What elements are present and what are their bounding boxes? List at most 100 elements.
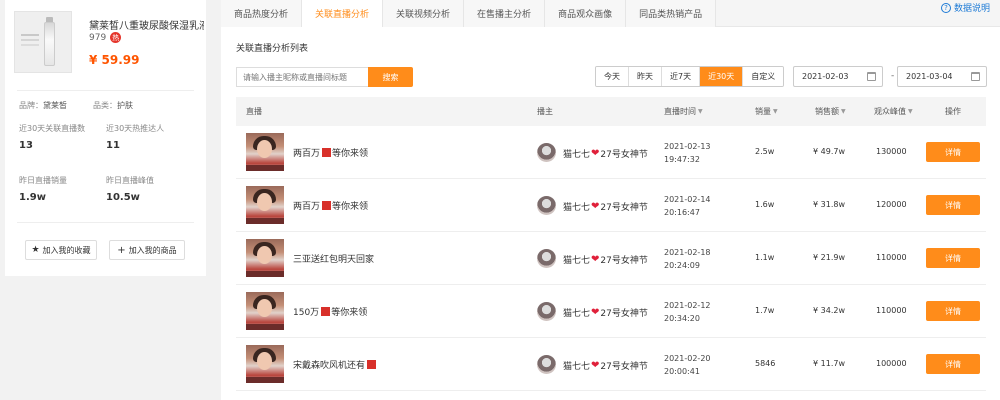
range-yesterday[interactable]: 昨天 bbox=[629, 67, 662, 86]
header-sales-label: 销量 bbox=[755, 107, 771, 116]
help-label: 数据说明 bbox=[953, 4, 990, 14]
category-label: 品类： bbox=[93, 101, 117, 110]
avatar[interactable] bbox=[537, 143, 556, 162]
live-thumbnail[interactable] bbox=[246, 239, 284, 277]
range-custom[interactable]: 自定义 bbox=[743, 67, 784, 86]
add-product-button[interactable]: + 加入我的商品 bbox=[109, 240, 185, 260]
anchor-name-text: 猫七七 bbox=[563, 309, 591, 319]
header-time[interactable]: 直播时间 ▼ bbox=[664, 106, 703, 117]
tab-video[interactable]: 关联视频分析 bbox=[383, 0, 465, 27]
table-row: 两百万 等你来领 猫七七 ❤ 27号女神节 2021-02-13 19:47:32 2.… bbox=[236, 126, 986, 179]
anchor-name[interactable]: 猫七七 ❤ 27号女神节 bbox=[563, 200, 648, 213]
table-header: 直播 播主 直播时间 ▼ 销量 ▼ 销售额 ▼ 观众峰值 ▼ 操作 bbox=[236, 97, 986, 126]
live-thumbnail[interactable] bbox=[246, 133, 284, 171]
product-panel: 黛莱皙八重玻尿酸保湿乳液A 979 热 ¥ 59.99 品牌：黛莱皙 品类：护肤… bbox=[5, 0, 206, 276]
anchor-name-text: 猫七七 bbox=[563, 362, 591, 372]
live-title[interactable]: 宋戴森吹风机还有 bbox=[293, 358, 377, 371]
live-clock: 20:16:47 bbox=[664, 208, 700, 217]
live-title[interactable]: 两百万 等你来领 bbox=[293, 199, 368, 212]
product-number: 979 bbox=[89, 32, 107, 43]
add-favorite-button[interactable]: ★ 加入我的收藏 bbox=[25, 240, 97, 260]
table-row: 两百万 等你来领 猫七七 ❤ 27号女神节 2021-02-14 20:16:47 1.… bbox=[236, 179, 986, 232]
amount-value: ¥ 34.2w bbox=[813, 306, 845, 315]
live-clock: 20:24:09 bbox=[664, 261, 700, 270]
stat2-label: 近30天热推达人 bbox=[106, 124, 165, 133]
detail-button[interactable]: 详情 bbox=[926, 354, 980, 374]
header-time-label: 直播时间 bbox=[664, 107, 696, 116]
table-row: 150万 等你来领 猫七七 ❤ 27号女神节 2021-02-12 20:34:20 1… bbox=[236, 285, 986, 338]
product-title[interactable]: 黛莱皙八重玻尿酸保湿乳液A bbox=[89, 17, 204, 32]
anchor-name[interactable]: 猫七七 ❤ 27号女神节 bbox=[563, 253, 648, 266]
stat3-label: 昨日直播销量 bbox=[19, 176, 67, 185]
avatar[interactable] bbox=[537, 302, 556, 321]
sales-value: 1.6w bbox=[755, 200, 775, 209]
live-thumbnail[interactable] bbox=[246, 186, 284, 224]
avatar[interactable] bbox=[537, 196, 556, 215]
product-image[interactable] bbox=[14, 11, 72, 73]
range-today[interactable]: 今天 bbox=[596, 67, 629, 86]
tab-hot-products[interactable]: 同品类热销产品 bbox=[626, 0, 717, 27]
calendar-icon bbox=[971, 72, 980, 81]
tab-heat[interactable]: 商品热度分析 bbox=[221, 0, 303, 27]
date-to-field[interactable]: 2021-03-04 bbox=[897, 66, 987, 87]
anchor-name[interactable]: 猫七七 ❤ 27号女神节 bbox=[563, 359, 648, 372]
add-product-label: 加入我的商品 bbox=[128, 245, 177, 255]
tab-live[interactable]: 关联直播分析 bbox=[302, 0, 384, 27]
sales-value: 1.1w bbox=[755, 253, 775, 262]
live-title-text: 150万 bbox=[293, 308, 320, 318]
anchor-name-text: 27号女神节 bbox=[600, 362, 648, 372]
label-lines bbox=[21, 34, 39, 36]
search-button[interactable]: 搜索 bbox=[368, 67, 413, 87]
live-thumbnail[interactable] bbox=[246, 292, 284, 330]
amount-value: ¥ 21.9w bbox=[813, 253, 845, 262]
sales-value: 2.5w bbox=[755, 147, 775, 156]
header-viewers-label: 观众峰值 bbox=[874, 107, 906, 116]
detail-button[interactable]: 详情 bbox=[926, 142, 980, 162]
plus-icon: + bbox=[117, 244, 126, 256]
header-sales[interactable]: 销量 ▼ bbox=[755, 106, 778, 117]
detail-button[interactable]: 详情 bbox=[926, 195, 980, 215]
live-thumbnail[interactable] bbox=[246, 345, 284, 383]
range-30days[interactable]: 近30天 bbox=[700, 67, 744, 86]
date-from-value: 2021-02-03 bbox=[802, 72, 849, 81]
live-title[interactable]: 两百万 等你来领 bbox=[293, 146, 368, 159]
divider bbox=[17, 222, 194, 223]
anchor-name[interactable]: 猫七七 ❤ 27号女神节 bbox=[563, 306, 648, 319]
main-content: 关联直播分析列表 搜索 今天 昨天 近7天 近30天 自定义 2021-02-0… bbox=[221, 27, 1000, 400]
live-date: 2021-02-14 bbox=[664, 195, 711, 204]
live-time: 2021-02-13 19:47:32 bbox=[664, 140, 711, 166]
viewers-value: 130000 bbox=[876, 147, 907, 156]
heart-icon: ❤ bbox=[591, 254, 600, 265]
header-action-label: 操作 bbox=[945, 107, 961, 116]
help-link[interactable]: ? 数据说明 bbox=[940, 1, 990, 14]
sort-icon: ▼ bbox=[698, 108, 703, 115]
sort-icon: ▼ bbox=[841, 108, 846, 115]
anchor-name-text: 27号女神节 bbox=[600, 150, 648, 160]
header-viewers[interactable]: 观众峰值 ▼ bbox=[874, 106, 913, 117]
detail-button[interactable]: 详情 bbox=[926, 301, 980, 321]
live-title-text: 三亚送红包明天回家 bbox=[293, 255, 375, 265]
detail-button[interactable]: 详情 bbox=[926, 248, 980, 268]
anchor-name[interactable]: 猫七七 ❤ 27号女神节 bbox=[563, 147, 648, 160]
tab-sellers[interactable]: 在售播主分析 bbox=[464, 0, 546, 27]
header-live-label: 直播 bbox=[246, 107, 262, 116]
date-from-field[interactable]: 2021-02-03 bbox=[793, 66, 883, 87]
add-favorite-label: 加入我的收藏 bbox=[42, 245, 91, 255]
avatar[interactable] bbox=[537, 249, 556, 268]
tab-audience[interactable]: 商品观众画像 bbox=[545, 0, 627, 27]
section-title: 关联直播分析列表 bbox=[236, 44, 309, 54]
header-amount[interactable]: 销售额 ▼ bbox=[815, 106, 846, 117]
table-row: 宋戴森吹风机还有 猫七七 ❤ 27号女神节 2021-02-20 20:00:41 5… bbox=[236, 338, 986, 391]
viewers-value: 110000 bbox=[876, 306, 907, 315]
avatar[interactable] bbox=[537, 355, 556, 374]
header-amount-label: 销售额 bbox=[815, 107, 839, 116]
live-title[interactable]: 三亚送红包明天回家 bbox=[293, 252, 374, 265]
stat1-value: 13 bbox=[19, 140, 33, 151]
heart-icon: ❤ bbox=[591, 307, 600, 318]
amount-value: ¥ 31.8w bbox=[813, 200, 845, 209]
live-title[interactable]: 150万 等你来领 bbox=[293, 305, 367, 318]
search-input[interactable] bbox=[236, 67, 369, 87]
range-7days[interactable]: 近7天 bbox=[662, 67, 701, 86]
viewers-value: 110000 bbox=[876, 253, 907, 262]
amount-value: ¥ 49.7w bbox=[813, 147, 845, 156]
